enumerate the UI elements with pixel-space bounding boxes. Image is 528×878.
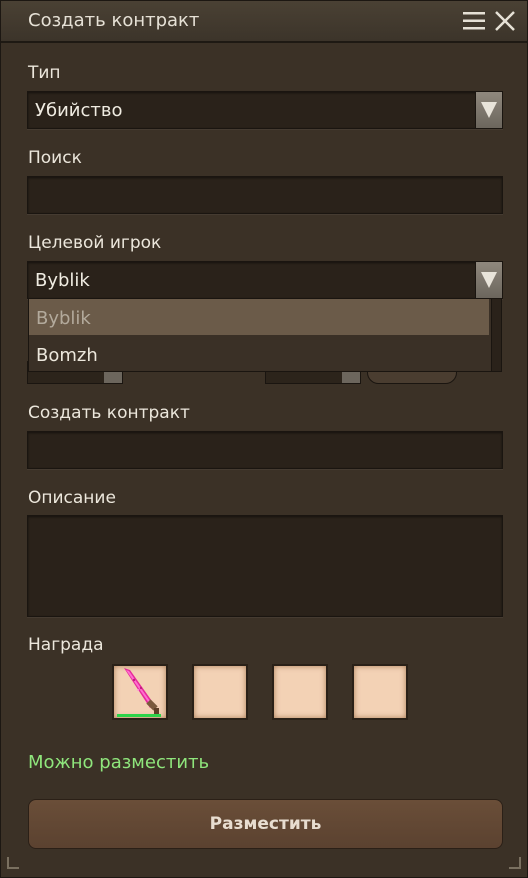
status-text: Можно разместить bbox=[28, 752, 210, 773]
place-button[interactable]: Разместить bbox=[28, 799, 503, 849]
reward-slot-2[interactable] bbox=[192, 664, 248, 720]
resize-corner-right[interactable] bbox=[509, 857, 521, 869]
reward-slot-4[interactable] bbox=[352, 664, 408, 720]
search-input[interactable] bbox=[27, 176, 503, 214]
dropdown-scrollbar[interactable] bbox=[491, 298, 502, 372]
description-label: Описание bbox=[28, 488, 116, 508]
type-label: Тип bbox=[28, 63, 61, 83]
search-label: Поиск bbox=[28, 148, 82, 168]
close-icon[interactable] bbox=[494, 10, 516, 32]
description-textarea[interactable] bbox=[27, 515, 503, 617]
pink-sword-icon bbox=[114, 666, 166, 722]
type-select-value: Убийство bbox=[35, 100, 123, 121]
reward-label: Награда bbox=[28, 635, 104, 655]
dropdown-option-selected[interactable]: Byblik bbox=[29, 299, 489, 335]
target-player-label: Целевой игрок bbox=[28, 233, 162, 253]
target-player-select-value: Byblik bbox=[35, 270, 90, 291]
create-contract-window: Создать контракт Тип Убийство Поиск Целе… bbox=[0, 0, 528, 878]
contract-name-input[interactable] bbox=[27, 431, 503, 469]
title-bar[interactable]: Создать контракт bbox=[1, 1, 527, 43]
target-player-select[interactable]: Byblik bbox=[27, 261, 503, 299]
triangle-down-icon[interactable] bbox=[475, 92, 502, 128]
dropdown-option[interactable]: Bomzh bbox=[29, 336, 489, 372]
resize-corner-left[interactable] bbox=[7, 857, 19, 869]
type-select[interactable]: Убийство bbox=[27, 91, 503, 129]
reward-slot-1[interactable] bbox=[112, 664, 168, 720]
reward-slot-3[interactable] bbox=[272, 664, 328, 720]
contract-label: Создать контракт bbox=[28, 403, 190, 423]
triangle-down-icon[interactable] bbox=[475, 262, 502, 298]
target-player-dropdown: Byblik Bomzh bbox=[28, 298, 492, 372]
window-title: Создать контракт bbox=[28, 10, 200, 31]
hamburger-menu-icon[interactable] bbox=[463, 11, 485, 31]
